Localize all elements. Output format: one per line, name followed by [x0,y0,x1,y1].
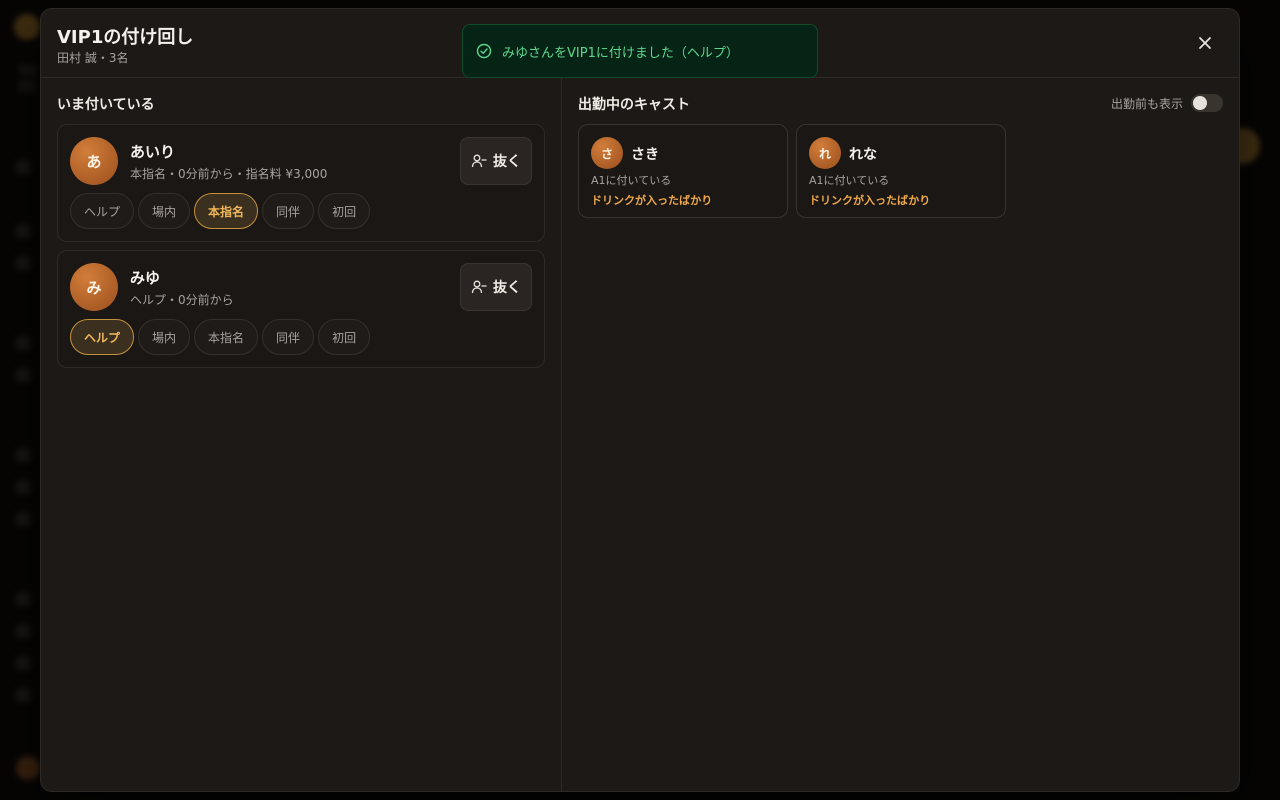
current-cast-card: あ あいり 本指名・0分前から・指名料 ¥3,000 抜く ヘルプ 場内 本指名… [57,124,545,242]
modal-body: いま付いている あ あいり 本指名・0分前から・指名料 ¥3,000 抜く ヘル… [41,78,1239,791]
chip-honshimei[interactable]: 本指名 [194,193,259,229]
check-circle-icon [476,43,492,59]
avatar: れ [809,137,841,169]
cast-note: ドリンクが入ったばかり [591,194,713,207]
available-cast-grid: さ さき A1に付いている ドリンクが入ったばかり れ れな A1に付いている … [578,124,1223,218]
cast-name: れな [849,147,877,163]
available-casts-pane: 出勤中のキャスト 出勤前も表示 さ さき A1に付いている ドリンクが入ったばか… [562,78,1239,791]
toggle-label: 出勤前も表示 [1110,96,1183,111]
remove-cast-button[interactable]: 抜く [460,263,532,311]
avatar: さ [591,137,623,169]
cast-name: みゆ [130,269,161,287]
available-cast-card[interactable]: れ れな A1に付いている ドリンクが入ったばかり [796,124,1006,218]
current-casts-pane: いま付いている あ あいり 本指名・0分前から・指名料 ¥3,000 抜く ヘル… [41,78,562,791]
cast-name: あいり [130,143,176,161]
chip-shokai[interactable]: 初回 [318,193,371,229]
remove-cast-button[interactable]: 抜く [460,137,532,185]
chip-help[interactable]: ヘルプ [70,193,135,229]
show-pre-shift-toggle[interactable] [1191,94,1223,112]
cast-status: A1に付いている [591,174,672,187]
assignment-type-chips: ヘルプ 場内 本指名 同伴 初回 [70,193,371,229]
cast-meta: 本指名・0分前から・指名料 ¥3,000 [130,167,328,181]
current-cast-card: み みゆ ヘルプ・0分前から 抜く ヘルプ 場内 本指名 同伴 初回 [57,250,545,368]
cast-name: さき [631,147,659,163]
modal-title: VIP1の付け回し [57,27,194,48]
close-button[interactable] [1191,29,1219,57]
chip-douhan[interactable]: 同伴 [262,193,315,229]
show-pre-shift-toggle-group: 出勤前も表示 [1111,94,1223,112]
avatar: み [70,263,118,311]
toast-message: みゆさんをVIP1に付けました（ヘルプ） [502,45,739,61]
chip-jounai[interactable]: 場内 [138,319,191,355]
user-minus-icon [471,280,487,294]
cast-status: A1に付いている [809,174,890,187]
current-casts-title: いま付いている [57,97,155,113]
assignment-modal: VIP1の付け回し 田村 誠・3名 いま付いている あ あいり 本指名・0分前か… [40,8,1240,792]
cast-meta: ヘルプ・0分前から [130,293,234,307]
modal-subtitle: 田村 誠・3名 [57,51,129,65]
avatar: あ [70,137,118,185]
chip-shokai[interactable]: 初回 [318,319,371,355]
remove-label: 抜く [493,280,521,296]
chip-jounai[interactable]: 場内 [138,193,191,229]
chip-douhan[interactable]: 同伴 [262,319,315,355]
close-icon [1199,37,1211,49]
user-minus-icon [471,154,487,168]
chip-honshimei[interactable]: 本指名 [194,319,259,355]
assignment-type-chips: ヘルプ 場内 本指名 同伴 初回 [70,319,371,355]
success-toast: みゆさんをVIP1に付けました（ヘルプ） [462,24,818,78]
remove-label: 抜く [493,154,521,170]
chip-help[interactable]: ヘルプ [70,319,135,355]
available-cast-card[interactable]: さ さき A1に付いている ドリンクが入ったばかり [578,124,788,218]
cast-note: ドリンクが入ったばかり [809,194,931,207]
